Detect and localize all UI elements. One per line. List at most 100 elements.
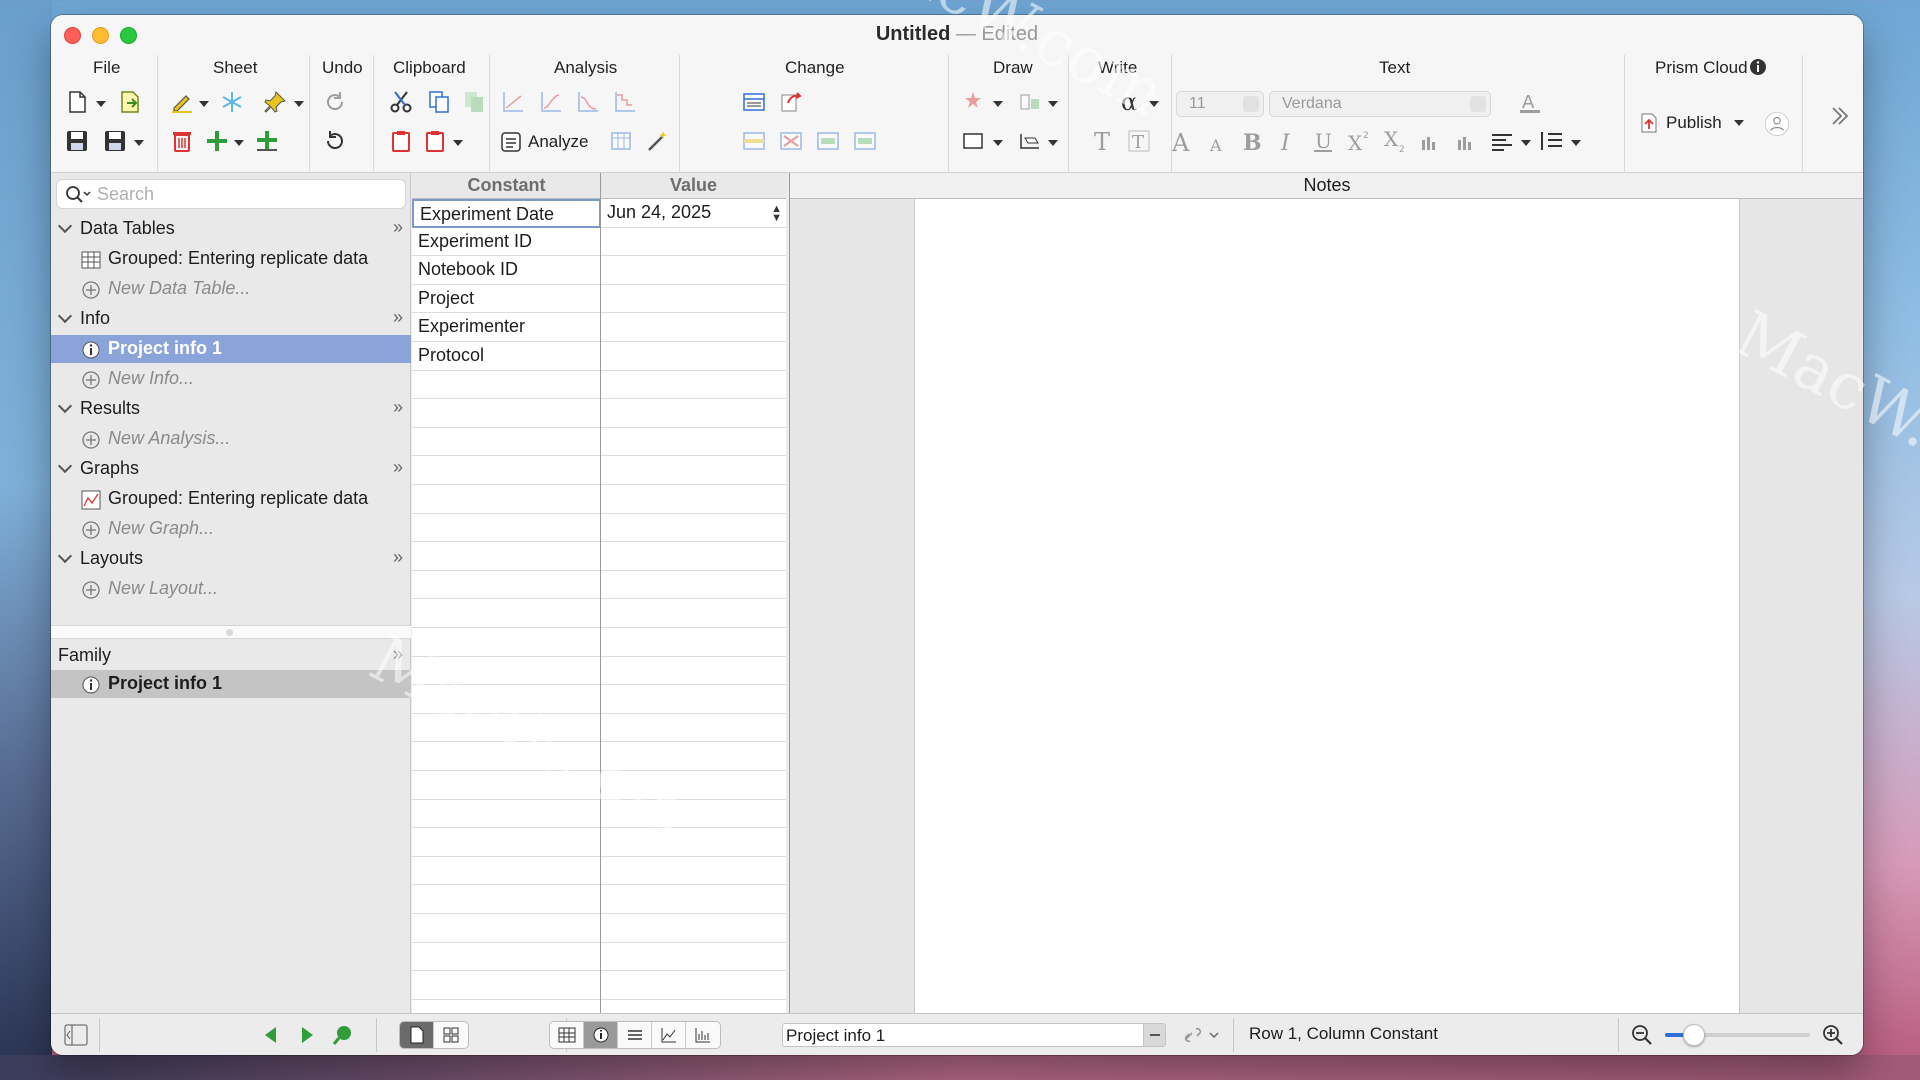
table-cell-constant[interactable]: Experiment Date <box>412 199 601 228</box>
splitter-handle[interactable] <box>226 629 233 636</box>
table-cell-constant[interactable] <box>412 857 601 886</box>
table-cell-value[interactable] <box>601 399 786 428</box>
new-analysis-link[interactable]: New Analysis... <box>51 425 411 453</box>
previous-sheet-icon[interactable] <box>258 1022 284 1048</box>
table-cell-value[interactable] <box>601 514 786 543</box>
chevron-down-icon[interactable] <box>993 101 1003 107</box>
current-sheet-field[interactable]: Project info 1 <box>782 1023 1166 1047</box>
table-cell-value[interactable] <box>601 285 786 314</box>
rotate-left-icon[interactable] <box>1415 125 1447 157</box>
font-size-select[interactable]: 11 <box>1176 91 1264 117</box>
graph-sheet-button[interactable] <box>652 1022 686 1048</box>
cut-icon[interactable] <box>385 86 417 118</box>
text-tool-icon[interactable]: T <box>1087 125 1119 157</box>
table-cell-constant[interactable]: Experimenter <box>412 313 601 342</box>
table-cell-value[interactable] <box>601 685 786 714</box>
table-analysis-icon[interactable] <box>605 125 637 157</box>
date-stepper-icon[interactable]: ▲ ▼ <box>771 204 782 224</box>
superscript-icon[interactable]: X2 <box>1343 125 1375 157</box>
bold-icon[interactable]: B <box>1235 125 1267 157</box>
save-as-icon[interactable] <box>99 125 131 157</box>
chevron-down-icon[interactable] <box>96 101 106 107</box>
section-info[interactable]: Info » <box>51 305 411 333</box>
section-layouts[interactable]: Layouts » <box>51 545 411 573</box>
pin-icon[interactable] <box>259 86 291 118</box>
transform-icon[interactable] <box>775 86 807 118</box>
chevron-down-icon[interactable] <box>294 101 304 107</box>
table-cell-constant[interactable] <box>412 599 601 628</box>
decrease-font-icon[interactable]: A <box>1201 125 1233 157</box>
save-icon[interactable] <box>61 125 93 157</box>
chevron-down-icon[interactable] <box>199 101 209 107</box>
increase-font-icon[interactable]: A <box>1167 125 1199 157</box>
table-cell-value[interactable] <box>601 742 786 771</box>
undo-icon[interactable] <box>319 125 351 157</box>
copy-special-icon[interactable] <box>458 86 490 118</box>
toolbar-overflow-icon[interactable] <box>1824 100 1856 132</box>
minus-icon[interactable] <box>1143 1024 1165 1046</box>
more-icon[interactable]: » <box>393 644 403 665</box>
table-cell-value[interactable] <box>601 428 786 457</box>
xy-graph-icon[interactable] <box>497 86 529 118</box>
chevron-down-icon[interactable] <box>1149 101 1159 107</box>
data-sheet-button[interactable] <box>550 1022 584 1048</box>
highlight-pen-icon[interactable] <box>166 86 198 118</box>
new-layout-link[interactable]: New Layout... <box>51 575 411 603</box>
chevron-down-icon[interactable] <box>134 140 144 146</box>
more-icon[interactable]: » <box>393 217 403 238</box>
column-header-value[interactable]: Value <box>601 173 786 199</box>
add-sheet-icon[interactable] <box>201 125 233 157</box>
table-cell-constant[interactable] <box>412 571 601 600</box>
table-cell-value[interactable] <box>601 485 786 514</box>
new-data-table-link[interactable]: New Data Table... <box>51 275 411 303</box>
table-cell-constant[interactable] <box>412 828 601 857</box>
table-cell-value[interactable] <box>601 943 786 972</box>
table-cell-constant[interactable] <box>412 742 601 771</box>
greek-alpha-icon[interactable]: α <box>1115 86 1147 118</box>
table-cell-value[interactable]: Jun 24, 2025 ▲ ▼ <box>601 199 786 228</box>
table-cell-value[interactable] <box>601 542 786 571</box>
italic-icon[interactable]: I <box>1271 125 1303 157</box>
table-cell-value[interactable] <box>601 371 786 400</box>
column-header-constant[interactable]: Constant <box>412 173 601 199</box>
table-cell-constant[interactable]: Experiment ID <box>412 228 601 257</box>
chevron-down-icon[interactable] <box>453 140 463 146</box>
table-cell-value[interactable] <box>601 800 786 829</box>
section-graphs[interactable]: Graphs » <box>51 455 411 483</box>
table-cell-constant[interactable]: Notebook ID <box>412 256 601 285</box>
publish-button[interactable]: Publish <box>1638 112 1744 134</box>
table-cell-constant[interactable] <box>412 514 601 543</box>
curve-fit-icon[interactable] <box>535 86 567 118</box>
analyze-button[interactable]: Analyze <box>500 131 588 153</box>
zoom-in-icon[interactable] <box>1818 1022 1848 1048</box>
sort-icon[interactable] <box>849 125 881 157</box>
text-color-icon[interactable]: A <box>1514 86 1546 118</box>
table-cell-constant[interactable] <box>412 371 601 400</box>
table-cell-value[interactable] <box>601 256 786 285</box>
font-family-select[interactable]: Verdana <box>1269 91 1491 117</box>
table-cell-value[interactable] <box>601 828 786 857</box>
table-cell-value[interactable] <box>601 342 786 371</box>
more-icon[interactable]: » <box>393 457 403 478</box>
sidebar-splitter[interactable] <box>51 625 411 639</box>
insert-row-icon[interactable] <box>738 125 770 157</box>
chevron-down-icon[interactable] <box>234 140 244 146</box>
nonlinear-fit-icon[interactable] <box>572 86 604 118</box>
line-spacing-icon[interactable] <box>1535 125 1567 157</box>
new-info-link[interactable]: New Info... <box>51 365 411 393</box>
link-icon[interactable] <box>1179 1022 1225 1048</box>
table-cell-value[interactable] <box>601 228 786 257</box>
paste-special-icon[interactable] <box>419 125 451 157</box>
paste-icon[interactable] <box>385 125 417 157</box>
chevron-down-icon[interactable] <box>1571 140 1581 146</box>
notes-editor[interactable] <box>914 199 1740 1013</box>
zoom-slider-knob[interactable] <box>1683 1024 1705 1046</box>
table-cell-value[interactable] <box>601 714 786 743</box>
rotate-right-icon[interactable] <box>1449 125 1481 157</box>
table-cell-value[interactable] <box>601 857 786 886</box>
table-cell-constant[interactable] <box>412 800 601 829</box>
chevron-down-icon[interactable] <box>1521 140 1531 146</box>
table-cell-value[interactable] <box>601 571 786 600</box>
sidebar-item-graph[interactable]: Grouped: Entering replicate data <box>51 485 411 513</box>
table-cell-constant[interactable] <box>412 485 601 514</box>
